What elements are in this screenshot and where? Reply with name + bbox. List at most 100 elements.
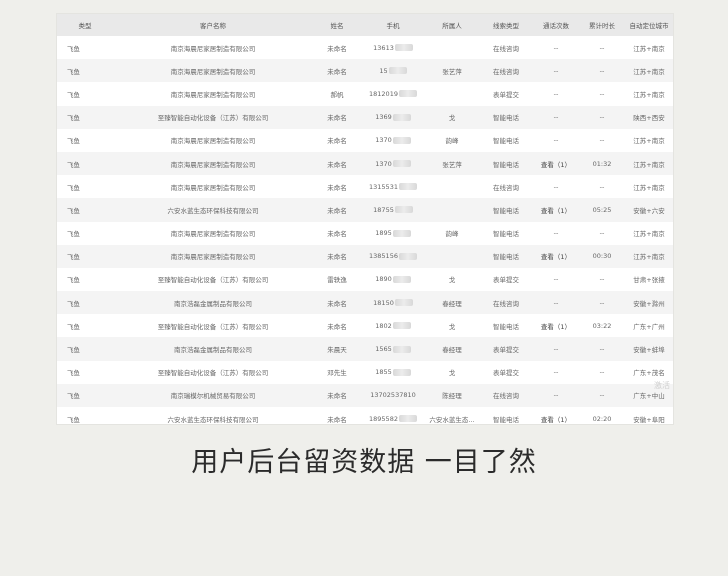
phone-mask-blur xyxy=(392,113,411,121)
cell-phone-text: 13613 xyxy=(373,43,394,52)
table-row[interactable]: 飞鱼 南京海晨尼家居制造有限公司 未命名 1385156 智能电话 查看（1） 00:30 江… xyxy=(57,244,673,268)
cell-owner xyxy=(425,245,479,268)
cell-type: 飞鱼 xyxy=(67,137,80,146)
column-header[interactable]: 类型 xyxy=(57,14,113,36)
table-row[interactable]: 飞鱼 六安水蓝生态环保科技有限公司 未命名 18755 智能电话 查看（1） 05:25 安徽… xyxy=(57,198,673,222)
table-row[interactable]: 飞鱼 南京海晨尼家居制造有限公司 未命名 1895 韵峰 智能电话 -- -- 江苏+南京 xyxy=(57,222,673,245)
cell-lead: 在线咨询 xyxy=(493,299,519,308)
table-row[interactable]: 飞鱼 南京海晨尼家居制造有限公司 郝帆 1812019 表单提交 -- -- 江苏+南京 xyxy=(57,82,673,105)
table-header-row: 类型 客户名称 姓名 手机 所属人 线索类型 通话次数 累计时长 自动定位城市 xyxy=(57,14,673,36)
column-header[interactable]: 所属人 xyxy=(425,14,479,36)
cell-phone-text: 1812019 xyxy=(369,89,398,98)
view-calls-link[interactable]: 查看（1） xyxy=(533,198,579,221)
view-calls-link[interactable]: 查看（1） xyxy=(533,407,579,424)
cell-city: 安徽+阜阳 xyxy=(633,415,665,424)
cell-company: 六安水蓝生态环保科技有限公司 xyxy=(167,415,259,424)
cell-phone: 18755 xyxy=(361,198,425,221)
table-row[interactable]: 飞鱼 至臻智能自动化设备（江苏）有限公司 雷轶逸 1890 戈 表单提交 -- -- 甘肃+张掖 xyxy=(57,268,673,291)
cell-duration: -- xyxy=(599,182,605,191)
cell-phone-text: 13702537810 xyxy=(370,391,416,400)
cell-duration: -- xyxy=(599,391,605,400)
column-header[interactable]: 自动定位城市 xyxy=(625,14,673,36)
phone-mask-blur xyxy=(392,368,411,376)
cell-owner: 陈经理 xyxy=(442,392,462,401)
cell-owner xyxy=(425,198,479,221)
cell-city: 甘肃+张掖 xyxy=(633,276,665,285)
cell-name: 朱晨天 xyxy=(327,346,347,355)
cell-owner: 戈 xyxy=(448,369,456,378)
cell-company: 至臻智能自动化设备（江苏）有限公司 xyxy=(157,369,269,378)
cell-duration: -- xyxy=(599,229,605,238)
phone-mask-blur xyxy=(398,252,417,260)
cell-duration: -- xyxy=(599,66,605,75)
cell-phone-text: 1385156 xyxy=(369,252,398,261)
table-row[interactable]: 飞鱼 南京浩磊金属制品有限公司 朱晨天 1565 春经理 表单提交 -- -- 安徽+蚌埠 xyxy=(57,337,673,361)
view-calls-link[interactable]: 查看（1） xyxy=(533,152,579,175)
cell-type: 飞鱼 xyxy=(67,230,80,239)
table-row[interactable]: 飞鱼 南京海晨尼家居制造有限公司 未命名 13613 在线咨询 -- -- 江苏+南京 xyxy=(57,36,673,59)
cell-lead: 在线咨询 xyxy=(493,392,519,401)
table-row[interactable]: 飞鱼 至臻智能自动化设备（江苏）有限公司 邓先生 1855 戈表单提交 -- -- 广东+茂名 xyxy=(57,361,673,384)
cell-city: 安徽+六安 xyxy=(633,206,665,215)
cell-phone: 15 xyxy=(361,59,425,82)
cell-type: 飞鱼 xyxy=(67,253,80,262)
cell-city: 江苏+南京 xyxy=(633,90,665,99)
cell-company: 南京浩磊金属制品有限公司 xyxy=(174,346,252,355)
cell-lead: 表单提交 xyxy=(493,90,519,99)
cell-phone-text: 1855 xyxy=(375,368,392,377)
cell-city: 江苏+南京 xyxy=(633,160,665,169)
table-row[interactable]: 飞鱼 南京海晨尼家居制造有限公司 未命名 1370 韵峰 智能电话 -- -- 江苏+南京 xyxy=(57,129,673,152)
cell-phone: 1385156 xyxy=(361,245,425,268)
cell-name: 未命名 xyxy=(327,392,347,401)
cell-duration: -- xyxy=(599,113,605,122)
table-row[interactable]: 飞鱼 南京海晨尼家居制造有限公司 未命名 15 张艺萍 在线咨询 -- -- 江苏+南京 xyxy=(57,59,673,83)
cell-city: 广东+广州 xyxy=(633,322,665,331)
cell-phone: 1370 xyxy=(361,129,425,152)
cell-lead: 智能电话 xyxy=(493,415,519,424)
cell-name: 未命名 xyxy=(327,230,347,239)
phone-mask-blur xyxy=(392,229,411,237)
cell-phone-text: 1370 xyxy=(375,159,392,168)
cell-name: 未命名 xyxy=(327,67,347,76)
table-row[interactable]: 飞鱼 南京海晨尼家居制造有限公司 未命名 1315531 在线咨询 -- -- 江苏+南京 xyxy=(57,175,673,198)
cell-city: 江苏+南京 xyxy=(633,137,665,146)
table-row[interactable]: 飞鱼 南京海晨尼家居制造有限公司 未命名 1370 张艺萍 智能电话 查看（1） 01:32 江… xyxy=(57,151,673,176)
column-header[interactable]: 线索类型 xyxy=(479,14,533,36)
cell-duration: -- xyxy=(599,298,605,307)
cell-owner: 韵峰 xyxy=(445,230,459,239)
table-body: 飞鱼 南京海晨尼家居制造有限公司 未命名 13613 在线咨询 -- -- 江苏+南京 飞鱼 南京… xyxy=(57,36,673,424)
cell-name: 未命名 xyxy=(327,206,347,215)
cell-phone: 18150 xyxy=(361,291,425,314)
cell-duration: -- xyxy=(599,43,605,52)
phone-mask-blur xyxy=(394,206,413,214)
table-row[interactable]: 飞鱼 至臻智能自动化设备（江苏）有限公司 未命名 1802 戈 智能电话 查看（1） 03:2… xyxy=(57,314,673,337)
cell-name: 雷轶逸 xyxy=(327,276,347,285)
phone-mask-blur xyxy=(392,275,411,283)
cell-city: 江苏+南京 xyxy=(633,44,665,53)
cell-company: 南京海晨尼家居制造有限公司 xyxy=(170,183,256,192)
page-caption: 用户后台留资数据 一目了然 xyxy=(191,447,537,478)
cell-phone: 1802 xyxy=(361,314,425,337)
cell-lead: 在线咨询 xyxy=(493,44,519,53)
table-row[interactable]: 飞鱼 南京浩磊金属制品有限公司 未命名 18150 春经理 在线咨询 -- -- 安徽+滁州 xyxy=(57,291,673,315)
column-header[interactable]: 通话次数 xyxy=(533,14,579,36)
column-header[interactable]: 累计时长 xyxy=(579,14,625,36)
column-header[interactable]: 客户名称 xyxy=(113,14,313,36)
view-calls-link[interactable]: 查看（1） xyxy=(533,245,579,268)
cell-phone: 13702537810 xyxy=(361,384,425,407)
column-header[interactable]: 手机 xyxy=(361,14,425,36)
cell-calls: -- xyxy=(553,182,559,191)
cell-name: 未命名 xyxy=(327,183,347,192)
view-calls-link[interactable]: 查看（1） xyxy=(533,314,579,337)
table-row[interactable]: 飞鱼 至臻智能自动化设备（江苏）有限公司 未命名 1369 戈 智能电话 -- -- 陕西+西安 xyxy=(57,105,673,129)
column-header[interactable]: 姓名 xyxy=(313,14,361,36)
cell-lead: 智能电话 xyxy=(493,137,519,146)
cell-type: 飞鱼 xyxy=(67,160,80,169)
table-row[interactable]: 飞鱼 六安水蓝生态环保科技有限公司 未命名 1895582 六安水蓝生态... 智能电话 查… xyxy=(57,407,673,424)
cell-duration: -- xyxy=(599,136,605,145)
cell-phone-text: 1565 xyxy=(375,345,392,354)
cell-phone-text: 1370 xyxy=(375,136,392,145)
table-row[interactable]: 飞鱼 南京瑞模尔机械贸易有限公司 未命名 13702537810 陈经理 在线咨询 -- --… xyxy=(57,383,673,407)
cell-owner: 戈 xyxy=(448,276,456,285)
cell-type: 飞鱼 xyxy=(67,415,80,424)
